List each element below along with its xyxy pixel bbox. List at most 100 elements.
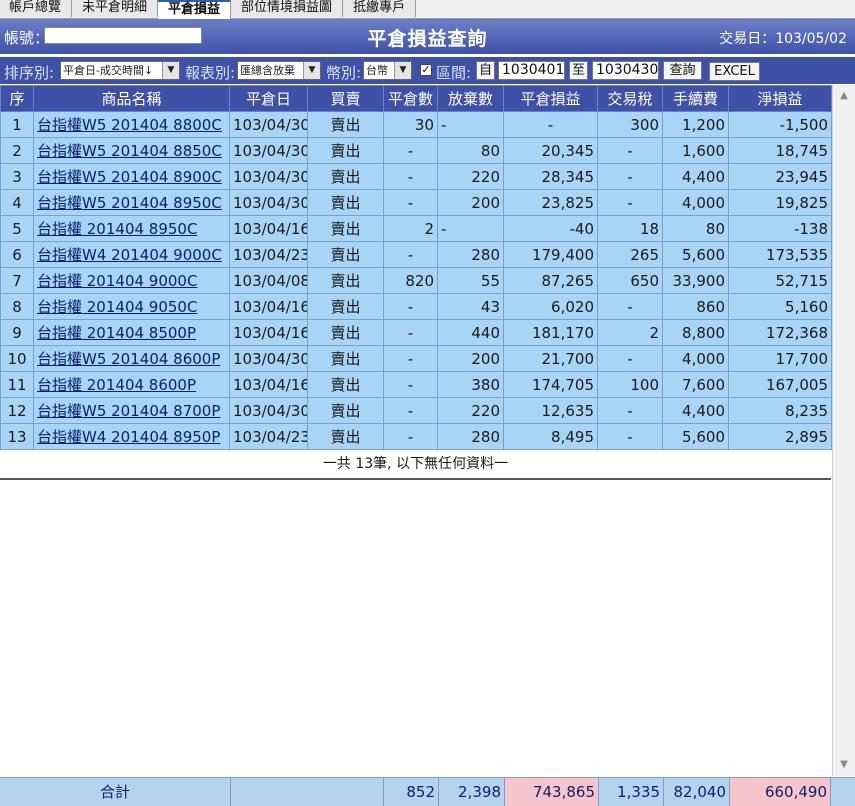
cell-product[interactable]: 台指權 201404 8950C <box>33 215 230 242</box>
cell-abandon-qty: 80 <box>437 137 504 164</box>
col-header-product[interactable]: 商品名稱 <box>33 85 230 112</box>
cell-close-qty: - <box>383 371 438 398</box>
product-link[interactable]: 台指權 201404 9000C <box>37 272 197 290</box>
tab-position-scenario-chart[interactable]: 部位情境損益圖 <box>231 0 344 17</box>
tab-open-positions[interactable]: 未平倉明細 <box>72 0 159 17</box>
cell-close-date: 103/04/30 <box>229 137 308 164</box>
cell-fee: 1,200 <box>662 111 729 138</box>
cell-close-date: 103/04/16 <box>229 319 308 346</box>
cell-side: 賣出 <box>307 189 384 216</box>
cell-close-qty: 820 <box>383 267 438 294</box>
from-date-input[interactable]: 1030401 <box>498 61 565 80</box>
product-link[interactable]: 台指權W5 201404 8700P <box>37 402 220 420</box>
table-row[interactable]: 1 台指權W5 201404 8800C 103/04/30 賣出 30- -300 1,2… <box>0 111 832 138</box>
tab-closed-pnl[interactable]: 平倉損益 <box>158 0 232 19</box>
scroll-down-icon[interactable]: ▼ <box>833 754 855 776</box>
excel-button[interactable]: EXCEL <box>709 62 760 81</box>
product-link[interactable]: 台指權W5 201404 8850C <box>37 142 222 160</box>
cell-seq: 7 <box>0 267 34 294</box>
col-header-close-date[interactable]: 平倉日 <box>229 85 308 112</box>
product-link[interactable]: 台指權W5 201404 8800C <box>37 116 222 134</box>
table-row[interactable]: 8 台指權 201404 9050C 103/04/16 賣出 -43 6,020-860… <box>0 293 832 320</box>
tab-account-overview[interactable]: 帳戶總覽 <box>0 0 73 17</box>
product-link[interactable]: 台指權W5 201404 8900C <box>37 168 222 186</box>
table-row[interactable]: 6 台指權W4 201404 9000C 103/04/23 賣出 -280 179,40… <box>0 241 832 268</box>
product-link[interactable]: 台指權 201404 8600P <box>37 376 196 394</box>
to-date-input[interactable]: 1030430 <box>592 61 659 80</box>
table-row[interactable]: 7 台指權 201404 9000C 103/04/08 賣出 820 55 87,265 6… <box>0 267 832 294</box>
sort-select-value: 平倉日-成交時間↓ <box>63 64 154 77</box>
cell-net-pnl: 172,368 <box>728 319 832 346</box>
col-header-net-pnl[interactable]: 淨損益 <box>728 85 832 112</box>
table-row[interactable]: 3 台指權W5 201404 8900C 103/04/30 賣出 -220 28,345… <box>0 163 832 190</box>
cell-close-qty: - <box>383 241 438 268</box>
cell-seq: 10 <box>0 345 34 372</box>
cell-fee: 7,600 <box>662 371 729 398</box>
col-header-seq[interactable]: 序 <box>0 85 34 112</box>
cell-close-pnl: 12,635 <box>503 397 598 424</box>
table-row[interactable]: 9 台指權 201404 8500P 103/04/16 賣出 -440 181,170 2… <box>0 319 832 346</box>
tab-collateral-account[interactable]: 抵繳專戶 <box>343 0 417 17</box>
cell-product[interactable]: 台指權W5 201404 8850C <box>33 137 230 164</box>
cell-product[interactable]: 台指權W5 201404 8950C <box>33 189 230 216</box>
range-checkbox[interactable]: ✓ <box>420 64 432 76</box>
cell-net-pnl: 167,005 <box>728 371 832 398</box>
cell-fee: 8,800 <box>662 319 729 346</box>
cell-product[interactable]: 台指權 201404 8500P <box>33 319 230 346</box>
col-header-fee[interactable]: 手續費 <box>662 85 729 112</box>
range-label: 區間: <box>436 64 472 82</box>
totals-row: 合計 852 2,398 743,865 1,335 82,040 660,49… <box>0 777 855 806</box>
product-link[interactable]: 台指權W4 201404 8950P <box>37 428 220 446</box>
product-link[interactable]: 台指權W5 201404 8950C <box>37 194 222 212</box>
cell-side: 賣出 <box>307 215 384 242</box>
table-row[interactable]: 10 台指權W5 201404 8600P 103/04/30 賣出 -200 21,70… <box>0 345 832 372</box>
sort-select[interactable]: 平倉日-成交時間↓ ▼ <box>60 61 180 80</box>
product-link[interactable]: 台指權W4 201404 9000C <box>37 246 222 264</box>
table-row[interactable]: 2 台指權W5 201404 8850C 103/04/30 賣出 -80 20,345-… <box>0 137 832 164</box>
cell-seq: 2 <box>0 137 34 164</box>
cell-product[interactable]: 台指權 201404 9050C <box>33 293 230 320</box>
cell-close-qty: - <box>383 189 438 216</box>
table-row[interactable]: 4 台指權W5 201404 8950C 103/04/30 賣出 -200 23,825… <box>0 189 832 216</box>
cell-product[interactable]: 台指權W4 201404 9000C <box>33 241 230 268</box>
totals-close-qty: 852 <box>384 778 439 806</box>
cell-side: 賣出 <box>307 137 384 164</box>
table-row[interactable]: 5 台指權 201404 8950C 103/04/16 賣出 2- -40 18 80 -13… <box>0 215 832 242</box>
product-link[interactable]: 台指權 201404 9050C <box>37 298 197 316</box>
col-header-close-qty[interactable]: 平倉數 <box>383 85 438 112</box>
cell-product[interactable]: 台指權W5 201404 8800C <box>33 111 230 138</box>
cell-product[interactable]: 台指權W5 201404 8600P <box>33 345 230 372</box>
cell-net-pnl: 17,700 <box>728 345 832 372</box>
cell-abandon-qty: 220 <box>437 397 504 424</box>
col-header-close-pnl[interactable]: 平倉損益 <box>503 85 598 112</box>
cell-abandon-qty: - <box>437 111 504 138</box>
col-header-abandon-qty[interactable]: 放棄數 <box>437 85 504 112</box>
cell-product[interactable]: 台指權W4 201404 8950P <box>33 423 230 450</box>
report-select[interactable]: 匯總含放棄 ▼ <box>237 61 321 80</box>
cell-product[interactable]: 台指權W5 201404 8900C <box>33 163 230 190</box>
cell-seq: 5 <box>0 215 34 242</box>
cell-seq: 1 <box>0 111 34 138</box>
vertical-scrollbar[interactable]: ▲ ▼ <box>832 85 855 776</box>
cell-fee: 4,000 <box>662 345 729 372</box>
currency-select[interactable]: 台幣 ▼ <box>363 61 412 80</box>
table-header-row: 序 商品名稱 平倉日 買賣 平倉數 放棄數 平倉損益 交易稅 手續費 淨損益 <box>0 85 832 112</box>
cell-product[interactable]: 台指權 201404 9000C <box>33 267 230 294</box>
product-link[interactable]: 台指權 201404 8950C <box>37 220 197 238</box>
table-row[interactable]: 12 台指權W5 201404 8700P 103/04/30 賣出 -220 12,63… <box>0 397 832 424</box>
cell-close-qty: - <box>383 293 438 320</box>
col-header-tax[interactable]: 交易稅 <box>597 85 663 112</box>
cell-abandon-qty: 55 <box>437 267 504 294</box>
table-row[interactable]: 11 台指權 201404 8600P 103/04/16 賣出 -380 174,705… <box>0 371 832 398</box>
cell-seq: 4 <box>0 189 34 216</box>
product-link[interactable]: 台指權 201404 8500P <box>37 324 196 342</box>
cell-product[interactable]: 台指權W5 201404 8700P <box>33 397 230 424</box>
col-header-side[interactable]: 買賣 <box>307 85 384 112</box>
query-button[interactable]: 查詢 <box>663 61 702 80</box>
totals-tax: 1,335 <box>599 778 664 806</box>
cell-tax: 300 <box>597 111 663 138</box>
product-link[interactable]: 台指權W5 201404 8600P <box>37 350 220 368</box>
scroll-up-icon[interactable]: ▲ <box>833 85 855 107</box>
table-row[interactable]: 13 台指權W4 201404 8950P 103/04/23 賣出 -280 8,495… <box>0 423 832 450</box>
cell-product[interactable]: 台指權 201404 8600P <box>33 371 230 398</box>
